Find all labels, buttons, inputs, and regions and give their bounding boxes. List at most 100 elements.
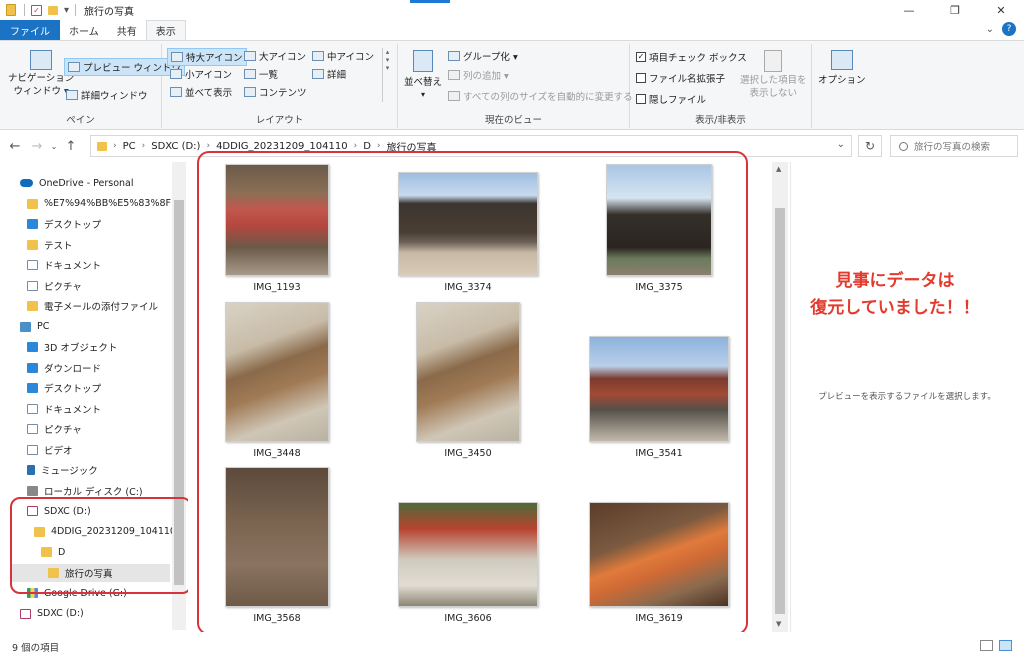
folder-icon [27, 239, 38, 250]
tree-item[interactable]: ビデオ [27, 441, 73, 459]
tiles-icon [170, 87, 182, 97]
tree-item[interactable]: ダウンロード [27, 359, 101, 377]
tree-item-label: ビデオ [44, 445, 73, 457]
large-icons-button[interactable]: 大アイコン [244, 49, 306, 63]
tree-item-label: ドキュメント [44, 404, 102, 416]
size-all-columns-button[interactable]: すべての列のサイズを自動的に変更する [448, 89, 633, 103]
extra-large-icons-icon [171, 52, 183, 62]
tree-item[interactable]: ミュージック [27, 461, 98, 479]
tree-item[interactable]: テスト [27, 236, 73, 254]
item-checkboxes-toggle[interactable]: ✓ 項目チェック ボックス [636, 50, 747, 64]
breadcrumb-d[interactable]: D [363, 141, 371, 152]
checkbox [636, 94, 646, 104]
tree-item[interactable]: %E7%94%BB%E5%83%8F [27, 195, 171, 213]
pc-icon [20, 321, 31, 332]
tree-item-label: デスクトップ [44, 220, 102, 231]
small-icons-icon [170, 69, 182, 79]
medium-icons-icon [312, 51, 324, 61]
search-input[interactable]: 旅行の写真の検索 [890, 135, 1018, 157]
tree-item[interactable]: デスクトップ [27, 379, 101, 397]
tree-item[interactable]: OneDrive - Personal [20, 174, 134, 192]
close-button[interactable]: ✕ [978, 0, 1024, 20]
tree-item-label: ピクチャ [44, 425, 82, 436]
tree-item[interactable]: 電子メールの添付ファイル [27, 297, 158, 315]
medium-icons-button[interactable]: 中アイコン [312, 49, 374, 63]
tab-file[interactable]: ファイル [0, 20, 60, 40]
tab-view[interactable]: 表示 [145, 20, 186, 40]
size-columns-icon [448, 91, 460, 101]
tree-item[interactable]: SDXC (D:) [20, 605, 84, 623]
tree-item-label: OneDrive - Personal [39, 177, 134, 189]
scroll-down-icon[interactable]: ▼ [776, 620, 781, 628]
folder-icon [97, 141, 107, 151]
tree-item-label: ドキュメント [44, 261, 102, 272]
view-switcher [980, 640, 1012, 651]
file-extensions-toggle[interactable]: ファイル名拡張子 [636, 71, 725, 85]
preview-pane-icon [68, 62, 80, 72]
up-arrow-icon[interactable]: ↑ [60, 139, 82, 154]
help-icon[interactable]: ? [1002, 22, 1016, 36]
breadcrumb-4ddig[interactable]: 4DDIG_20231209_104110 [216, 141, 348, 152]
recent-chevron-icon[interactable]: ⌄ [48, 142, 60, 151]
tiles-button[interactable]: 並べて表示 [170, 85, 232, 99]
sort-icon [413, 50, 433, 72]
tree-item[interactable]: ドキュメント [27, 400, 101, 418]
document-icon [27, 403, 38, 414]
list-button[interactable]: 一覧 [244, 67, 278, 81]
group-current-view: 並べ替え ▾ グループ化 ▾ 列の追加 ▾ すべての列のサイズを自動的に変更する… [398, 44, 633, 128]
chevron-down-icon[interactable]: ⌄ [986, 24, 994, 35]
details-pane-icon [66, 90, 78, 100]
hide-selected-button[interactable]: 選択した項目を 表示しない [740, 50, 807, 100]
options-button[interactable]: オプション [818, 50, 866, 86]
refresh-icon[interactable]: ↻ [858, 135, 882, 157]
download-icon [27, 362, 38, 373]
extra-large-icons-button[interactable]: 特大アイコン [167, 48, 247, 66]
annotation-text: 見事にデータは 復元していました！！ [810, 271, 980, 318]
details-pane-label: 詳細ウィンドウ [81, 91, 148, 102]
tree-item-label: SDXC (D:) [37, 608, 84, 619]
tree-item-label: ダウンロード [44, 363, 102, 375]
details-button[interactable]: 詳細 [312, 67, 346, 81]
tree-item-label: テスト [44, 240, 73, 252]
breadcrumb-pc[interactable]: PC [123, 141, 136, 152]
group-by-button[interactable]: グループ化 ▾ [448, 49, 518, 63]
small-icons-button[interactable]: 小アイコン [170, 67, 232, 81]
new-folder-icon[interactable] [48, 5, 58, 15]
tree-item-label: ローカル ディスク (C:) [44, 486, 143, 498]
content-icon [244, 87, 256, 97]
tree-item[interactable]: 3D オブジェクト [27, 338, 117, 356]
search-icon [899, 141, 908, 151]
chevron-down-icon[interactable]: ⌄ [837, 139, 845, 150]
chevron-right-icon: › [141, 141, 146, 151]
tab-share[interactable]: 共有 [108, 20, 146, 40]
group-label-layout: レイアウト [255, 115, 304, 126]
sort-by-button[interactable]: 並べ替え ▾ [404, 50, 442, 99]
tree-item[interactable]: PC [20, 318, 49, 336]
tree-item[interactable]: ピクチャ [27, 277, 82, 295]
chevron-right-icon: › [353, 141, 358, 151]
3d-objects-icon [27, 342, 38, 352]
tab-home[interactable]: ホーム [60, 20, 108, 40]
large-icons-view-icon[interactable] [999, 640, 1012, 651]
scroll-up-icon[interactable]: ▲ [776, 165, 781, 173]
chevron-down-icon[interactable]: ▾ [64, 5, 69, 16]
search-placeholder: 旅行の写真の検索 [914, 142, 991, 153]
tree-item[interactable]: ピクチャ [27, 420, 82, 438]
back-arrow-icon[interactable]: ← [4, 139, 26, 154]
details-view-icon[interactable] [980, 640, 993, 651]
details-pane-button[interactable]: 詳細ウィンドウ [66, 88, 148, 102]
tree-item-label: %E7%94%BB%E5%83%8F [44, 198, 171, 209]
maximize-button[interactable]: ❐ [932, 0, 978, 20]
layout-scroll[interactable]: ▴ ▾ ▾ [382, 48, 392, 102]
add-columns-button[interactable]: 列の追加 ▾ [448, 68, 509, 82]
properties-icon[interactable]: ✓ [31, 4, 42, 16]
content-button[interactable]: コンテンツ [244, 85, 307, 99]
breadcrumb-sdxc[interactable]: SDXC (D:) [151, 141, 200, 152]
forward-arrow-icon[interactable]: → [26, 139, 48, 154]
content-scrollbar-thumb[interactable] [775, 208, 785, 614]
minimize-button[interactable]: — [886, 0, 932, 20]
tree-item[interactable]: デスクトップ [27, 215, 101, 233]
tree-item[interactable]: ドキュメント [27, 256, 101, 274]
hidden-items-toggle[interactable]: 隠しファイル [636, 92, 706, 106]
folder-icon [27, 301, 38, 311]
